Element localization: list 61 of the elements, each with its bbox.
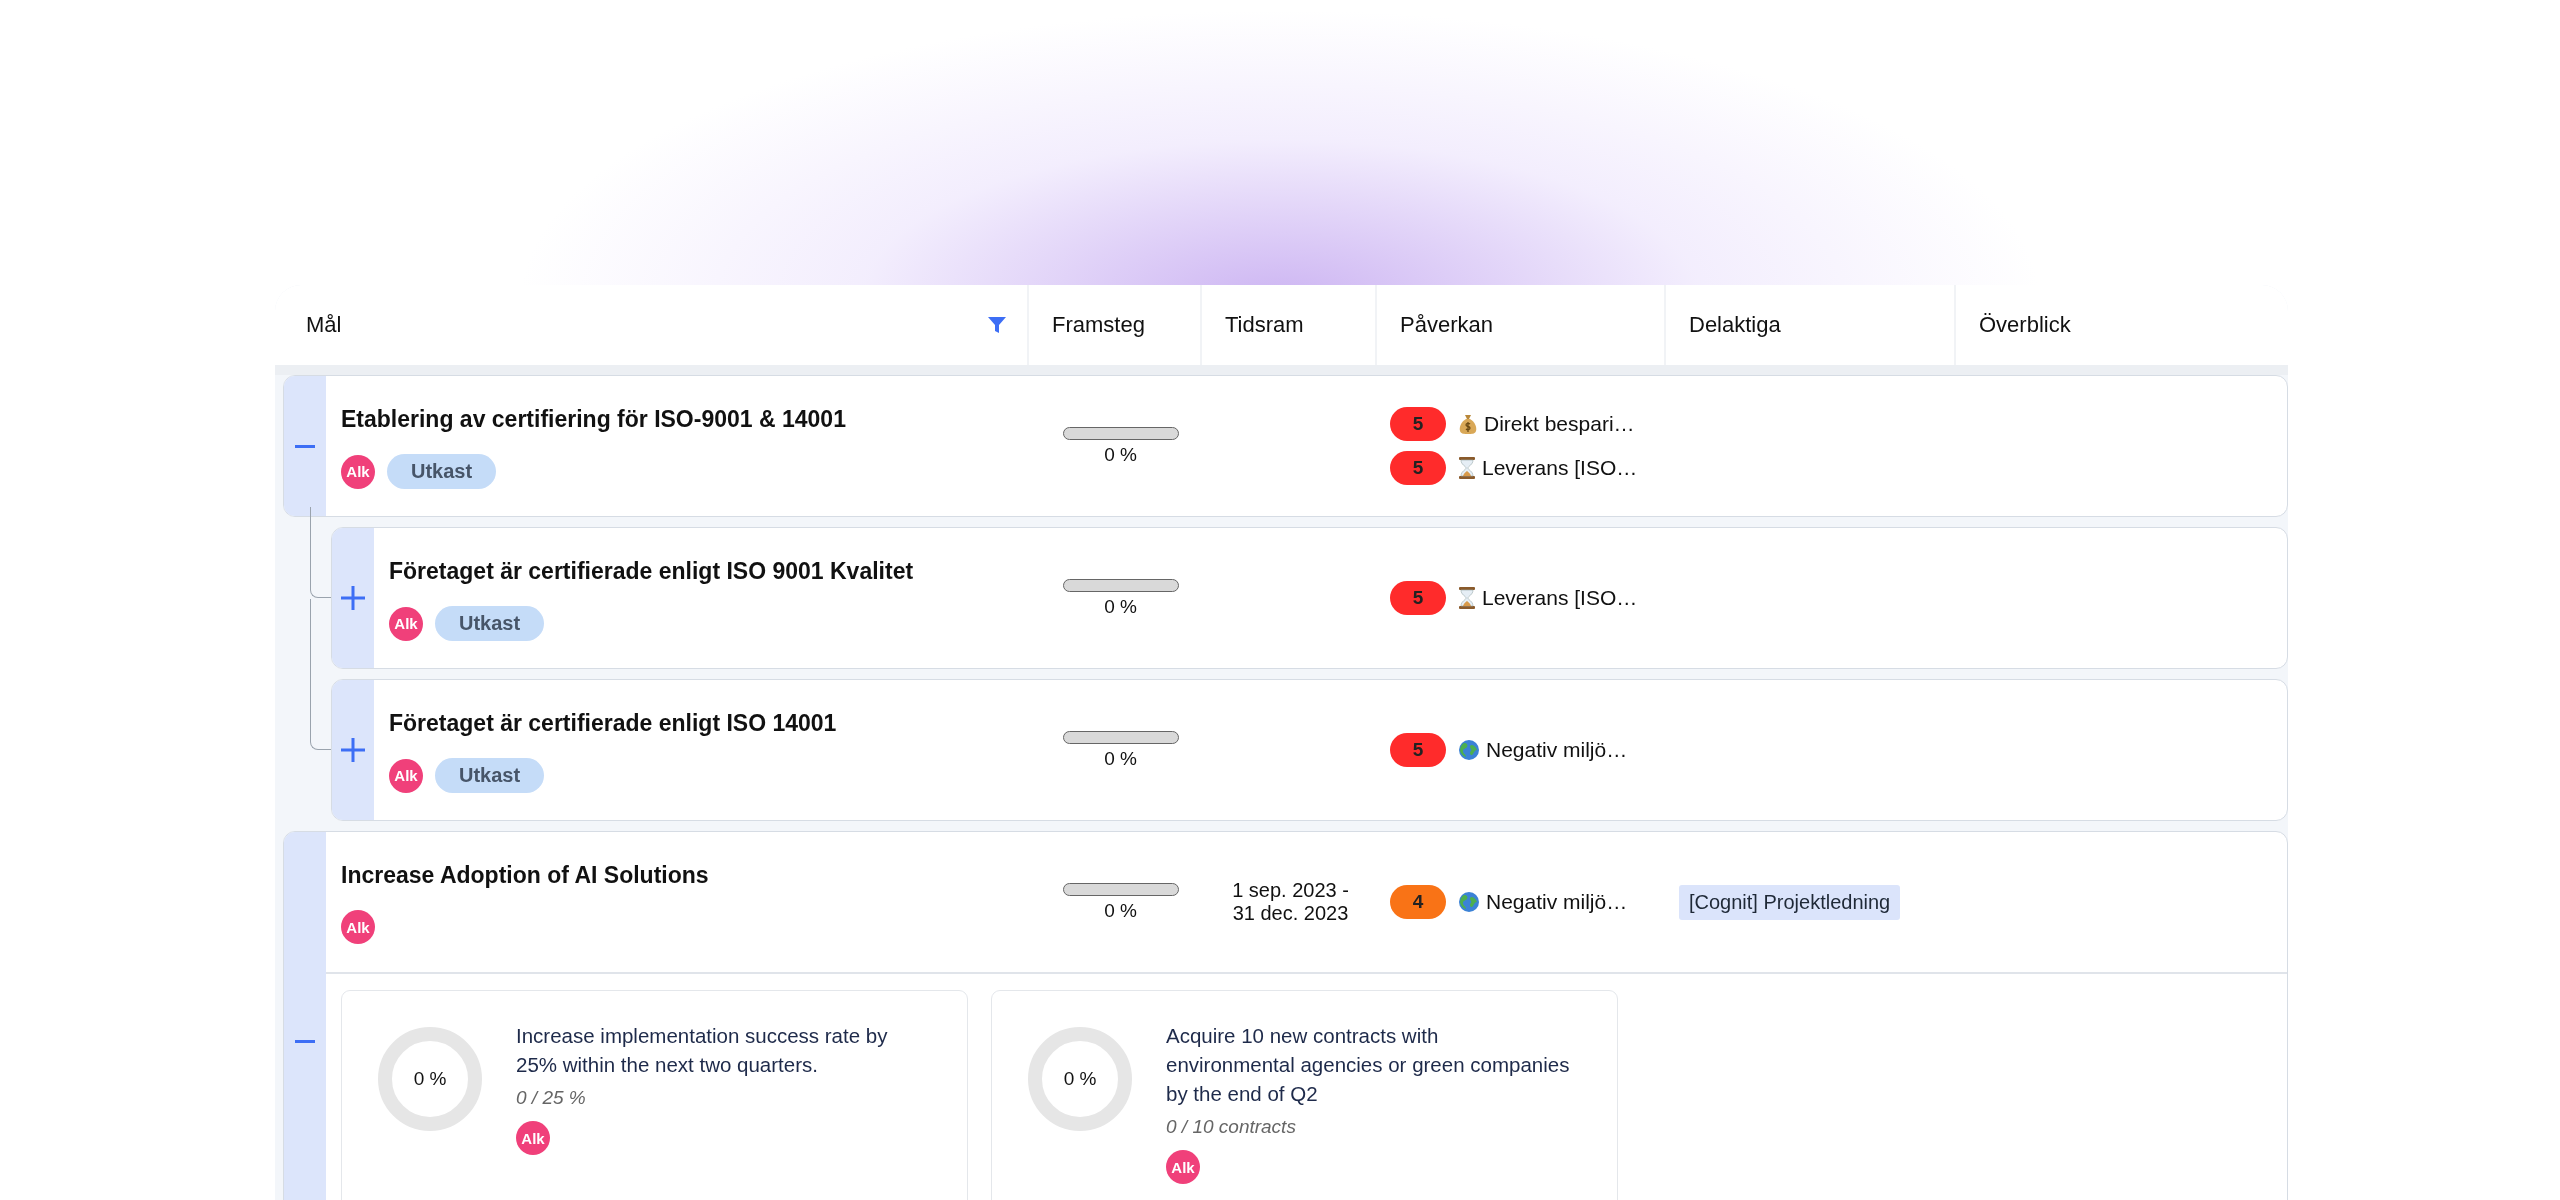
- key-result-value: 0 / 10 contracts: [1166, 1116, 1296, 1138]
- goal-row[interactable]: Företaget är certifierade enligt ISO 14001 Alk Utkast 0 % 5 Negativ miljö…: [331, 679, 2288, 821]
- impact-label: Leverans [ISO…: [1482, 586, 1638, 610]
- impact-score: 5: [1390, 451, 1446, 485]
- column-header[interactable]: Mål: [283, 285, 1029, 365]
- minus-icon: [295, 1039, 315, 1043]
- key-result-card[interactable]: 0 % Increase implementation success rate by 25% within the next two quarters. 0 / 25 % Alk: [341, 990, 968, 1200]
- owner-avatar: Alk: [341, 910, 375, 944]
- progress-percent: 0 %: [1104, 747, 1137, 770]
- owner-avatar: Alk: [1166, 1150, 1200, 1184]
- date-range: 1 sep. 2023 - 31 dec. 2023: [1232, 879, 1349, 925]
- plus-icon: [341, 586, 365, 610]
- column-header[interactable]: Påverkan: [1377, 285, 1666, 365]
- status-tag: Utkast: [435, 758, 545, 793]
- column-header[interactable]: Delaktiga: [1666, 285, 1956, 365]
- key-result-value: 0 / 25 %: [516, 1087, 586, 1109]
- progress-percent: 0 %: [1063, 1068, 1097, 1090]
- progress-percent: 0 %: [1104, 443, 1137, 466]
- filter-icon[interactable]: [987, 315, 1007, 335]
- impact-score: 5: [1390, 733, 1446, 767]
- hourglass-icon: [1458, 587, 1476, 609]
- money-bag-icon: [1458, 413, 1478, 435]
- key-result-card[interactable]: 0 % Acquire 10 new contracts with environmental agencies or green companies by the end of Q2 0 / 10 contracts Alk: [991, 990, 1618, 1200]
- plus-icon: [341, 738, 365, 762]
- key-result-title: Increase implementation success rate by 25% within the next two quarters.: [516, 1023, 889, 1078]
- owner-avatar: Alk: [516, 1121, 550, 1155]
- goal-title[interactable]: Etablering av certifiering för ISO-9001 & 14001: [341, 404, 1015, 434]
- participant-tag: [Cognit] Projektledning: [1679, 884, 1901, 920]
- expand-button[interactable]: [332, 528, 374, 668]
- goal-title[interactable]: Företaget är certifierade enligt ISO 9001 Kvalitet: [389, 556, 1015, 586]
- globe-icon: [1458, 739, 1480, 761]
- progress-percent: 0 %: [1104, 595, 1137, 618]
- collapse-button[interactable]: [284, 832, 326, 1200]
- owner-avatar: Alk: [389, 758, 423, 793]
- progress-percent: 0 %: [413, 1068, 447, 1090]
- owner-avatar: Alk: [341, 454, 375, 489]
- key-result-title: Acquire 10 new contracts with environmental agencies or green companies by the end of Q2: [1166, 1023, 1571, 1107]
- owner-avatar: Alk: [389, 606, 423, 641]
- impact-label: Negativ miljö…: [1486, 738, 1628, 762]
- goal-title[interactable]: Increase Adoption of AI Solutions: [341, 860, 1015, 890]
- minus-icon: [295, 444, 315, 448]
- status-tag: Utkast: [387, 454, 497, 489]
- globe-icon: [1458, 891, 1480, 913]
- goal-row[interactable]: [283, 831, 2288, 1200]
- progress-percent: 0 %: [1104, 899, 1137, 922]
- impact-label: Negativ miljö…: [1486, 890, 1628, 914]
- column-header[interactable]: Framsteg: [1029, 285, 1202, 365]
- impact-score: 4: [1390, 885, 1446, 919]
- impact-score: 5: [1390, 581, 1446, 615]
- collapse-button[interactable]: [284, 376, 326, 516]
- goal-row[interactable]: Företaget är certifierade enligt ISO 9001 Kvalitet Alk Utkast 0 % 5 Leverans [ISO…: [331, 527, 2288, 669]
- impact-label: Direkt bespari…: [1484, 412, 1635, 436]
- column-header[interactable]: Överblick: [1956, 285, 2288, 365]
- hourglass-icon: [1458, 457, 1476, 479]
- impact-label: Leverans [ISO…: [1482, 456, 1638, 480]
- goal-title[interactable]: Företaget är certifierade enligt ISO 14001: [389, 708, 1015, 738]
- goal-row[interactable]: Etablering av certifiering för ISO-9001 & 14001 Alk Utkast 0 % 5 Direkt bespari… 5 Leverans [ISO…: [283, 375, 2288, 517]
- column-header[interactable]: Tidsram: [1202, 285, 1377, 365]
- status-tag: Utkast: [435, 606, 545, 641]
- impact-score: 5: [1390, 407, 1446, 441]
- expand-button[interactable]: [332, 680, 374, 820]
